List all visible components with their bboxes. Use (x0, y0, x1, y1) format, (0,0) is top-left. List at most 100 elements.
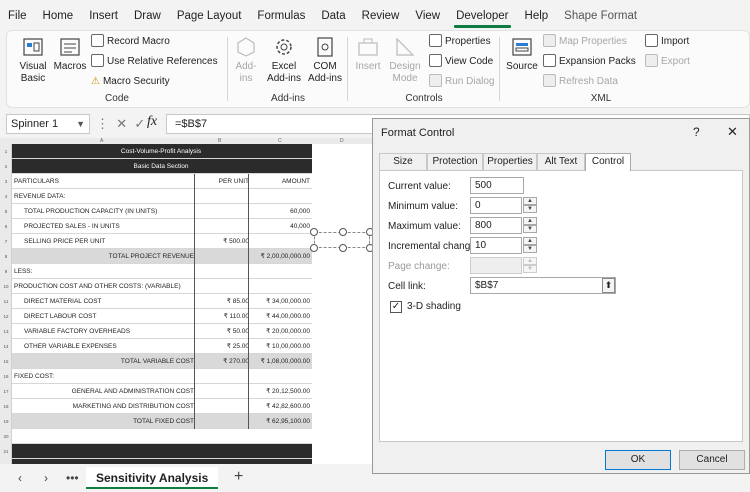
total-row[interactable]: TOTAL VARIABLE COST ₹ 270.00 ₹ 1,08,00,000… (12, 354, 312, 369)
row-number[interactable]: 21 (0, 449, 12, 454)
help-icon[interactable]: ? (693, 125, 700, 139)
menu-view[interactable]: View (407, 0, 448, 30)
resize-handle[interactable] (339, 244, 347, 252)
row-number[interactable]: 17 (0, 389, 12, 394)
arrow-up-icon[interactable]: ▲ (523, 197, 537, 205)
addins-button[interactable]: Add-ins (231, 35, 261, 85)
table-row[interactable]: PRODUCTION COST AND OTHER COSTS: (VARIAB… (12, 279, 312, 294)
arrow-up-icon[interactable]: ▲ (523, 217, 537, 225)
column-header-d[interactable]: D (340, 138, 344, 144)
arrow-up-icon[interactable]: ▲ (523, 257, 537, 265)
insert-function-button[interactable]: fx (147, 114, 157, 130)
arrow-down-icon[interactable]: ▼ (523, 265, 537, 273)
menu-developer[interactable]: Developer (448, 0, 516, 30)
maximum-value-spinner[interactable]: ▲ ▼ (523, 217, 537, 234)
row-number[interactable]: 8 (0, 254, 12, 259)
excel-addins-button[interactable]: Excel Add-ins (263, 35, 305, 85)
relative-references-button[interactable]: Use Relative References (91, 53, 218, 71)
expansion-packs-button[interactable]: Expansion Packs (543, 53, 636, 71)
cancel-button[interactable]: Cancel (679, 450, 745, 470)
menu-page-layout[interactable]: Page Layout (169, 0, 250, 30)
row-number[interactable]: 5 (0, 209, 12, 214)
footer-band-row[interactable] (12, 444, 312, 459)
menu-insert[interactable]: Insert (81, 0, 126, 30)
row-number[interactable]: 3 (0, 179, 12, 184)
refresh-data-button[interactable]: Refresh Data (543, 73, 618, 91)
add-sheet-button[interactable]: + (234, 468, 243, 486)
table-row[interactable]: REVENUE DATA: (12, 189, 312, 204)
row-number[interactable]: 2 (0, 164, 12, 169)
menu-draw[interactable]: Draw (126, 0, 169, 30)
export-button[interactable]: Export (645, 53, 690, 71)
menu-help[interactable]: Help (517, 0, 557, 30)
minimum-value-input[interactable]: 0 (470, 197, 522, 214)
page-change-input[interactable] (470, 257, 522, 274)
arrow-down-icon[interactable]: ▼ (523, 225, 537, 233)
resize-handle[interactable] (310, 244, 318, 252)
row-number[interactable]: 20 (0, 434, 12, 439)
table-row[interactable]: PROJECTED SALES - IN UNITS 40,000 (12, 219, 312, 234)
name-box[interactable]: Spinner 1 ▼ (6, 114, 90, 134)
tab-control[interactable]: Control (585, 153, 631, 171)
record-macro-button[interactable]: Record Macro (91, 33, 170, 51)
view-code-button[interactable]: View Code (429, 53, 493, 71)
page-change-spinner[interactable]: ▲ ▼ (523, 257, 537, 274)
maximum-value-input[interactable]: 800 (470, 217, 522, 234)
more-options-icon[interactable]: ⋮ (96, 116, 109, 131)
row-number[interactable]: 14 (0, 344, 12, 349)
map-properties-button[interactable]: Map Properties (543, 33, 627, 51)
insert-control-button[interactable]: Insert (353, 35, 383, 73)
arrow-up-icon[interactable]: ▲ (523, 237, 537, 245)
close-icon[interactable]: ✕ (727, 124, 738, 140)
table-row[interactable]: MARKETING AND DISTRIBUTION COST ₹ 42,82,6… (12, 399, 312, 414)
table-row[interactable]: DIRECT LABOUR COST ₹ 110.00 ₹ 44,00,000.00 (12, 309, 312, 324)
chevron-right-icon[interactable]: › (44, 471, 48, 485)
minimum-value-spinner[interactable]: ▲ ▼ (523, 197, 537, 214)
tab-properties[interactable]: Properties (483, 153, 537, 170)
menu-review[interactable]: Review (354, 0, 408, 30)
spinner-control[interactable] (310, 228, 372, 252)
collapse-dialog-icon[interactable]: ⬆ (602, 278, 615, 293)
row-number[interactable]: 19 (0, 419, 12, 424)
design-mode-button[interactable]: Design Mode (387, 35, 423, 85)
empty-row[interactable] (12, 429, 312, 444)
tab-alt-text[interactable]: Alt Text (537, 153, 585, 170)
table-row[interactable]: DIRECT MATERIAL COST ₹ 85.00 ₹ 34,00,000.0… (12, 294, 312, 309)
menu-shape-format[interactable]: Shape Format (556, 0, 645, 30)
incremental-change-spinner[interactable]: ▲ ▼ (523, 237, 537, 254)
table-row[interactable]: SELLING PRICE PER UNIT ₹ 500.00 (12, 234, 312, 249)
table-row[interactable]: LESS: (12, 264, 312, 279)
arrow-down-icon[interactable]: ▼ (523, 205, 537, 213)
current-value-input[interactable]: 500 (470, 177, 524, 194)
row-number[interactable]: 11 (0, 299, 12, 304)
row-number[interactable]: 9 (0, 269, 12, 274)
cancel-icon[interactable]: ✕ (116, 116, 127, 131)
incremental-change-input[interactable]: 10 (470, 237, 522, 254)
menu-formulas[interactable]: Formulas (249, 0, 313, 30)
menu-file[interactable]: File (0, 0, 35, 30)
run-dialog-button[interactable]: Run Dialog (429, 73, 494, 91)
row-number[interactable]: 10 (0, 284, 12, 289)
ok-button[interactable]: OK (605, 450, 671, 470)
row-number[interactable]: 6 (0, 224, 12, 229)
worksheet-grid[interactable]: A B C D 1 2 3 4 5 6 7 8 9 10 11 12 13 14 15 16 17 18 19 20 2… (0, 138, 372, 464)
row-number[interactable]: 4 (0, 194, 12, 199)
table-row[interactable]: TOTAL PRODUCTION CAPACITY (IN UNITS) 60,0… (12, 204, 312, 219)
properties-button[interactable]: Properties (429, 33, 491, 51)
row-number[interactable]: 15 (0, 359, 12, 364)
resize-handle[interactable] (339, 228, 347, 236)
menu-home[interactable]: Home (35, 0, 82, 30)
row-number[interactable]: 13 (0, 329, 12, 334)
check-icon[interactable]: ✓ (134, 116, 145, 131)
menu-data[interactable]: Data (313, 0, 353, 30)
total-row[interactable]: TOTAL PROJECT REVENUE ₹ 2,00,00,000.00 (12, 249, 312, 264)
row-number[interactable]: 7 (0, 239, 12, 244)
row-number[interactable]: 16 (0, 374, 12, 379)
sheet-tab-sensitivity-analysis[interactable]: Sensitivity Analysis (86, 467, 219, 489)
sheet-title-row[interactable]: Cost-Volume-Profit Analysis (12, 144, 312, 159)
resize-handle[interactable] (310, 228, 318, 236)
arrow-down-icon[interactable]: ▼ (523, 245, 537, 253)
import-button[interactable]: Import (645, 33, 689, 51)
tab-protection[interactable]: Protection (427, 153, 483, 170)
row-number[interactable]: 1 (0, 149, 12, 154)
